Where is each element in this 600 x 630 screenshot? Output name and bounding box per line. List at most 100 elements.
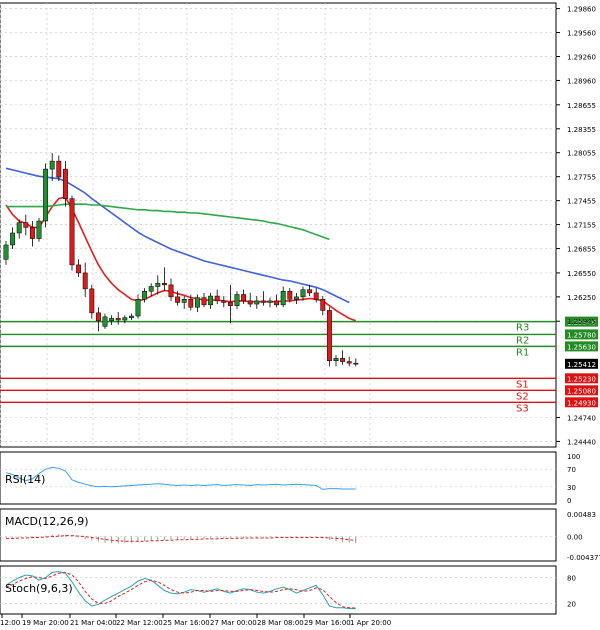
candle-body bbox=[29, 227, 35, 239]
price-tick-label: 1.29560 bbox=[567, 30, 596, 38]
candle-body bbox=[227, 302, 233, 306]
candle-body bbox=[62, 168, 68, 199]
candle-body bbox=[69, 198, 75, 266]
candle-body bbox=[43, 168, 49, 222]
candle-body bbox=[142, 291, 148, 300]
time-tick-label: 25 Mar 16:00 bbox=[163, 619, 210, 627]
macd-tick-label: -0.004377 bbox=[567, 554, 600, 562]
time-tick-label: 28 Mar 08:00 bbox=[257, 619, 304, 627]
price-tick-label: 1.28655 bbox=[567, 102, 596, 110]
candle-body bbox=[346, 361, 352, 364]
stoch-panel-frame bbox=[0, 565, 557, 615]
price-tick-label: 1.29260 bbox=[567, 54, 596, 62]
level-name-r3: R3 bbox=[516, 323, 529, 334]
price-tick-label: 1.29860 bbox=[567, 6, 596, 14]
rsi-panel-frame bbox=[0, 451, 557, 505]
time-tick-label: 12:00 bbox=[0, 619, 20, 627]
time-tick-label: 22 Mar 12:00 bbox=[116, 619, 163, 627]
candle-body bbox=[148, 286, 154, 292]
candle-body bbox=[122, 317, 128, 321]
time-tick-label: 1 Apr 20:00 bbox=[350, 619, 391, 627]
candle-body bbox=[214, 295, 220, 302]
current-price-label: 1.25412 bbox=[567, 361, 596, 369]
level-price-label: 1.25230 bbox=[567, 375, 596, 383]
candle-body bbox=[307, 289, 313, 294]
candle-body bbox=[267, 300, 273, 303]
candle-body bbox=[56, 160, 62, 178]
candle-body bbox=[102, 316, 108, 327]
price-tick-label: 1.27755 bbox=[567, 174, 596, 182]
time-tick-label: 19 Mar 20:00 bbox=[22, 619, 69, 627]
price-tick-label: 1.25945 bbox=[567, 318, 596, 326]
price-tick-label: 1.26550 bbox=[567, 270, 596, 278]
level-name-r2: R2 bbox=[516, 335, 529, 346]
price-tick-label: 1.24740 bbox=[567, 414, 596, 422]
candle-body bbox=[247, 300, 253, 305]
level-name-s2: S2 bbox=[516, 391, 529, 402]
candle-body bbox=[23, 222, 29, 228]
level-name-s3: S3 bbox=[516, 403, 529, 414]
candle-body bbox=[10, 232, 16, 246]
price-tick-label: 1.24440 bbox=[567, 438, 596, 446]
time-tick-label: 29 Mar 16:00 bbox=[304, 619, 351, 627]
price-tick-label: 1.26855 bbox=[567, 246, 596, 254]
rsi-title: RSI(14) bbox=[5, 473, 45, 486]
price-tick-label: 1.27455 bbox=[567, 198, 596, 206]
level-price-label: 1.25080 bbox=[567, 387, 596, 395]
candle-body bbox=[95, 312, 101, 322]
candle-body bbox=[234, 294, 240, 306]
time-tick-label: 27 Mar 00:00 bbox=[210, 619, 257, 627]
level-price-label: 1.25630 bbox=[567, 343, 596, 351]
level-name-s1: S1 bbox=[516, 379, 529, 390]
candle-body bbox=[89, 288, 95, 314]
rsi-tick-label: 100 bbox=[567, 453, 580, 461]
candle-body bbox=[82, 272, 88, 290]
candle-body bbox=[188, 299, 194, 308]
candle-body bbox=[181, 299, 187, 303]
candle-body bbox=[320, 299, 326, 311]
candle-body bbox=[221, 300, 227, 303]
rsi-tick-label: 30 bbox=[567, 484, 576, 492]
candle-body bbox=[254, 300, 260, 305]
price-tick-label: 1.28355 bbox=[567, 126, 596, 134]
candle-body bbox=[280, 291, 286, 306]
price-tick-label: 1.28055 bbox=[567, 150, 596, 158]
candle-body bbox=[333, 358, 339, 362]
rsi-tick-label: 0 bbox=[567, 497, 571, 505]
candle-body bbox=[313, 292, 319, 300]
macd-tick-label: 0.00483 bbox=[567, 511, 596, 519]
candle-body bbox=[274, 300, 280, 306]
candle-body bbox=[353, 362, 359, 365]
stoch-title: Stoch(9,6,3) bbox=[5, 582, 73, 595]
macd-tick-label: 0.00 bbox=[567, 534, 583, 542]
time-tick-label: 21 Mar 04:00 bbox=[70, 619, 117, 627]
candle-body bbox=[135, 299, 141, 317]
candle-body bbox=[109, 318, 115, 322]
time-axis: 12:00 19 Mar 20:00 21 Mar 04:00 22 Mar 12:0… bbox=[0, 614, 391, 627]
candle-body bbox=[168, 284, 174, 298]
level-price-label: 1.25780 bbox=[567, 331, 596, 339]
candle-body bbox=[175, 296, 181, 303]
candle-body bbox=[16, 222, 22, 234]
candle-body bbox=[194, 297, 200, 308]
candle-body bbox=[115, 318, 121, 321]
candle-body bbox=[326, 310, 332, 362]
candle-body bbox=[161, 283, 167, 286]
price-tick-label: 1.26250 bbox=[567, 294, 596, 302]
candle-body bbox=[260, 300, 266, 303]
candle-body bbox=[201, 297, 207, 306]
level-name-r1: R1 bbox=[516, 347, 529, 358]
candle-body bbox=[76, 264, 82, 274]
candle-body bbox=[155, 283, 161, 287]
price-tick-label: 1.28960 bbox=[567, 77, 596, 85]
candle-body bbox=[340, 358, 346, 362]
macd-title: MACD(12,26,9) bbox=[5, 515, 89, 528]
candle-body bbox=[300, 289, 306, 298]
stoch-tick-label: 20 bbox=[567, 600, 576, 608]
rsi-tick-label: 70 bbox=[567, 466, 576, 474]
candle-body bbox=[208, 295, 214, 306]
candle-body bbox=[3, 244, 9, 260]
candle-body bbox=[287, 291, 293, 300]
price-chart: R3 1.25940R2 1.25780R1 1.25630S1 1.25230S2 1.… bbox=[0, 2, 600, 627]
candle-body bbox=[293, 296, 299, 300]
